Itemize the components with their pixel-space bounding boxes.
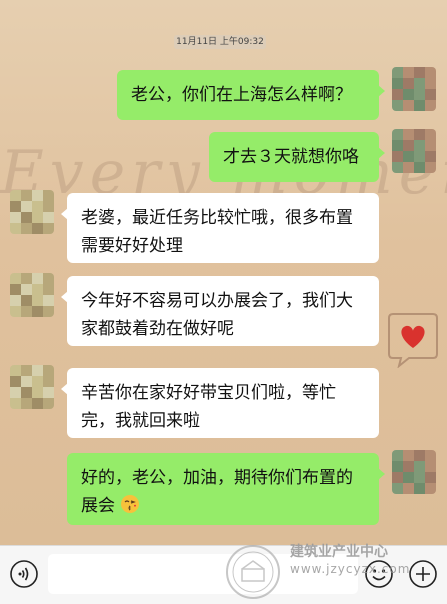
message-bubble[interactable]: 今年好不容易可以办展会了，我们大家都鼓着劲在做好呢 — [61, 276, 379, 346]
message-bubble[interactable]: 老婆，最近任务比较忙哦，很多布置需要好好处理 — [61, 193, 379, 263]
message-text: 才去３天就想你咯 — [223, 147, 359, 167]
plus-icon[interactable] — [408, 559, 438, 589]
message-bubble[interactable]: 好的，老公，加油，期待你们布置的展会 — [67, 453, 385, 525]
watermark-name: 建筑业产业中心 — [290, 544, 388, 560]
message-text: 今年好不容易可以办展会了，我们大家都鼓着劲在做好呢 — [81, 291, 353, 339]
message-text: 辛苦你在家好好带宝贝们啦，等忙完，我就回来啦 — [81, 383, 336, 431]
watermark-url: www.jzycyzx.com — [290, 562, 411, 576]
message-timestamp: 11月11日 上午09:32 — [174, 35, 266, 49]
watermark-logo-icon — [226, 545, 280, 599]
voice-icon[interactable] — [9, 559, 39, 589]
my-avatar[interactable] — [392, 450, 436, 494]
message-bubble[interactable]: 老公，你们在上海怎么样啊？ — [117, 70, 385, 120]
contact-avatar[interactable] — [10, 365, 54, 409]
heart-icon — [388, 313, 438, 368]
contact-avatar[interactable] — [10, 190, 54, 234]
contact-avatar[interactable] — [10, 273, 54, 317]
message-bubble[interactable]: 才去３天就想你咯 — [209, 132, 385, 182]
message-text: 老婆，最近任务比较忙哦，很多布置需要好好处理 — [81, 208, 353, 256]
message-text: 老公，你们在上海怎么样啊？ — [131, 85, 352, 105]
kissing-heart-emoji — [121, 495, 140, 513]
my-avatar[interactable] — [392, 67, 436, 111]
message-bubble[interactable]: 辛苦你在家好好带宝贝们啦，等忙完，我就回来啦 — [61, 368, 379, 438]
my-avatar[interactable] — [392, 129, 436, 173]
